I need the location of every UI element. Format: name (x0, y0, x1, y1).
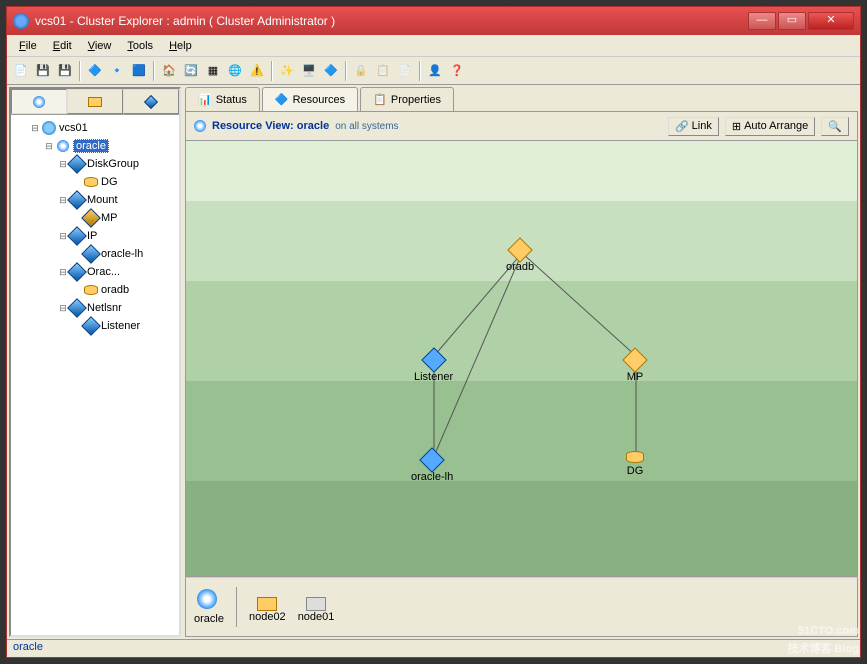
tab-status[interactable]: 📊Status (185, 87, 260, 111)
tool-addres-icon[interactable]: 🔹 (107, 61, 127, 81)
tool-home-icon[interactable]: 🏠 (159, 61, 179, 81)
view-subtitle: on all systems (335, 121, 398, 132)
menu-edit[interactable]: Edit (45, 38, 80, 54)
menu-help[interactable]: Help (161, 38, 200, 54)
arrange-icon: ⊞ (732, 120, 741, 133)
tool-globe-icon[interactable]: 🌐 (225, 61, 245, 81)
tree[interactable]: ⊟vcs01 ⊟oracle ⊟DiskGroup DG ⊟Mount MP ⊟… (11, 115, 179, 635)
tool-new-icon[interactable]: 📄 (11, 61, 31, 81)
menu-file[interactable]: File (11, 38, 45, 54)
treetab-systems[interactable] (67, 89, 123, 114)
tree-type-diskgroup[interactable]: ⊟DiskGroup (15, 155, 175, 173)
tool-addsys-icon[interactable]: 🟦 (129, 61, 149, 81)
tool-sys-icon[interactable]: 🖥️ (299, 61, 319, 81)
node-oradb[interactable]: oradb (506, 241, 534, 273)
tab-properties[interactable]: 📋Properties (360, 87, 454, 111)
tool-addgroup-icon[interactable]: 🔷 (85, 61, 105, 81)
statusbar: oracle (7, 639, 860, 657)
status-node02[interactable]: node02 (249, 592, 286, 623)
tree-res-listener[interactable]: Listener (15, 317, 175, 335)
tool-copy-icon[interactable]: 📋 (373, 61, 393, 81)
tool-warn-icon[interactable]: ⚠️ (247, 61, 267, 81)
tree-type-mount[interactable]: ⊟Mount (15, 191, 175, 209)
tree-res-oraclelh[interactable]: oracle-lh (15, 245, 175, 263)
window-title: vcs01 - Cluster Explorer : admin ( Clust… (35, 14, 748, 28)
tool-lock-icon[interactable]: 🔒 (351, 61, 371, 81)
tool-grid-icon[interactable]: ▦ (203, 61, 223, 81)
maximize-button[interactable]: ▭ (778, 12, 806, 30)
tree-res-mp[interactable]: MP (15, 209, 175, 227)
link-icon: 🔗 (675, 120, 689, 133)
tool-user-icon[interactable]: 👤 (425, 61, 445, 81)
tree-res-oradb[interactable]: oradb (15, 281, 175, 299)
view-header: Resource View: oracle on all systems 🔗Li… (185, 111, 858, 141)
zoom-icon: 🔍 (828, 120, 842, 133)
app-window: vcs01 - Cluster Explorer : admin ( Clust… (6, 6, 861, 658)
tree-cluster[interactable]: ⊟vcs01 (15, 119, 175, 137)
treetab-groups[interactable] (11, 89, 67, 114)
resource-canvas[interactable]: oradb Listener MP oracle-lh DG (185, 141, 858, 577)
close-button[interactable]: ✕ (808, 12, 854, 30)
toolbar: 📄 💾 💾 🔷 🔹 🟦 🏠 🔄 ▦ 🌐 ⚠️ ✨ 🖥️ 🔷 🔒 📋 📄 👤 ❓ (7, 57, 860, 85)
content-panel: 📊Status 🔷Resources 📋Properties Resource … (185, 87, 858, 637)
status-oracle[interactable]: oracle (194, 589, 224, 625)
node-dg[interactable]: DG (626, 451, 644, 477)
tree-type-netlsnr[interactable]: ⊟Netlsnr (15, 299, 175, 317)
tree-type-ip[interactable]: ⊟IP (15, 227, 175, 245)
minimize-button[interactable]: — (748, 12, 776, 30)
menu-tools[interactable]: Tools (119, 38, 161, 54)
tree-type-oracle[interactable]: ⊟Orac... (15, 263, 175, 281)
tool-refresh-icon[interactable]: 🔄 (181, 61, 201, 81)
tool-paste-icon[interactable]: 📄 (395, 61, 415, 81)
menu-view[interactable]: View (80, 38, 120, 54)
tool-save2-icon[interactable]: 💾 (55, 61, 75, 81)
view-title: Resource View: oracle (212, 120, 329, 132)
tool-cluster-icon[interactable]: 🔷 (321, 61, 341, 81)
node-listener[interactable]: Listener (414, 351, 453, 383)
tool-wand-icon[interactable]: ✨ (277, 61, 297, 81)
tree-panel: ⊟vcs01 ⊟oracle ⊟DiskGroup DG ⊟Mount MP ⊟… (9, 87, 181, 637)
app-icon (13, 13, 29, 29)
link-button[interactable]: 🔗Link (668, 117, 719, 136)
node-mp[interactable]: MP (626, 351, 644, 383)
status-node01[interactable]: node01 (298, 592, 335, 623)
treetab-types[interactable] (123, 89, 179, 114)
view-icon (194, 120, 206, 132)
tool-help-icon[interactable]: ❓ (447, 61, 467, 81)
auto-arrange-button[interactable]: ⊞Auto Arrange (725, 117, 815, 136)
node-oraclelh[interactable]: oracle-lh (411, 451, 453, 483)
tab-resources[interactable]: 🔷Resources (262, 87, 358, 111)
tree-group-oracle[interactable]: ⊟oracle (15, 137, 175, 155)
tool-save-icon[interactable]: 💾 (33, 61, 53, 81)
tree-res-dg[interactable]: DG (15, 173, 175, 191)
titlebar[interactable]: vcs01 - Cluster Explorer : admin ( Clust… (7, 7, 860, 35)
zoom-button[interactable]: 🔍 (821, 117, 849, 136)
system-status-row: oracle node02 node01 (185, 577, 858, 637)
menubar: File Edit View Tools Help (7, 35, 860, 57)
dependency-lines (186, 141, 857, 576)
